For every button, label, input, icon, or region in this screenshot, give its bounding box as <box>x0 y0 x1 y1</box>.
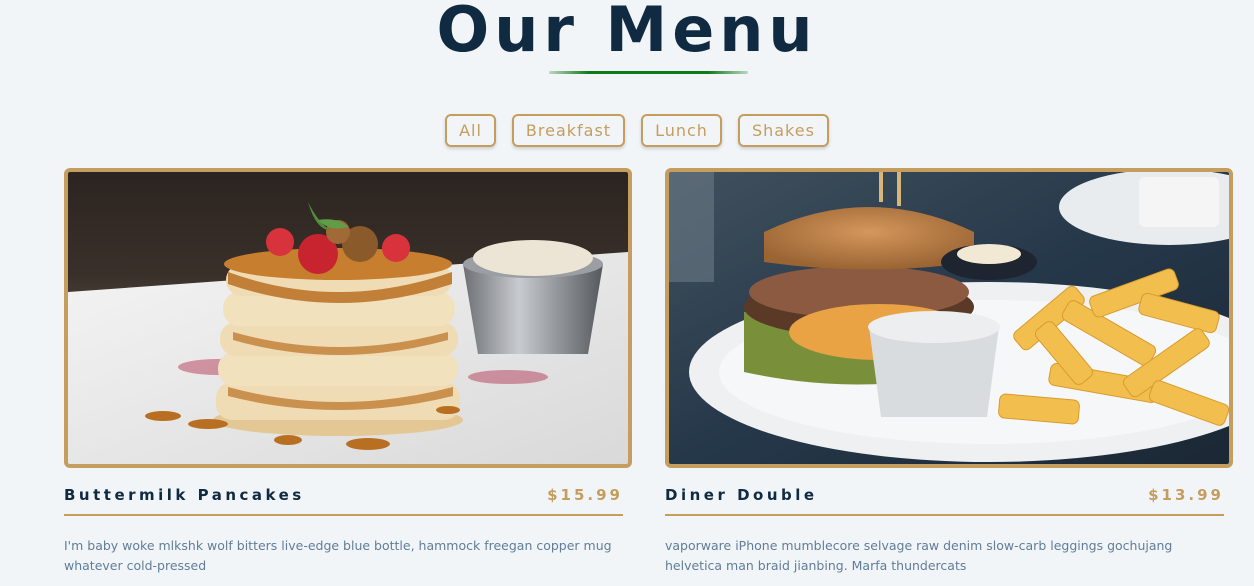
item-description: I'm baby woke mlkshk wolf bitters live-e… <box>64 538 612 573</box>
filter-shakes-button[interactable]: Shakes <box>737 114 829 147</box>
title-underline <box>549 71 748 74</box>
filter-breakfast-button[interactable]: Breakfast <box>511 114 626 147</box>
item-description: vaporware iPhone mumblecore selvage raw … <box>665 538 1173 573</box>
item-price: $15.99 <box>547 486 623 504</box>
item-header: Diner Double $13.99 <box>665 486 1224 516</box>
item-name: Diner Double <box>665 486 818 504</box>
filter-lunch-button[interactable]: Lunch <box>641 114 722 147</box>
pancakes-photo <box>64 168 632 468</box>
page-title: Our Menu <box>436 0 818 66</box>
item-name: Buttermilk Pancakes <box>64 486 305 504</box>
burger-photo <box>665 168 1233 468</box>
filter-bar: All Breakfast Lunch Shakes <box>0 114 1254 147</box>
filter-all-button[interactable]: All <box>445 114 496 147</box>
menu-item-card: Diner Double $13.99 vaporware iPhone mum… <box>665 168 1233 576</box>
item-header: Buttermilk Pancakes $15.99 <box>64 486 623 516</box>
menu-item-card: Buttermilk Pancakes $15.99 I'm baby woke… <box>64 168 632 576</box>
item-price: $13.99 <box>1148 486 1224 504</box>
